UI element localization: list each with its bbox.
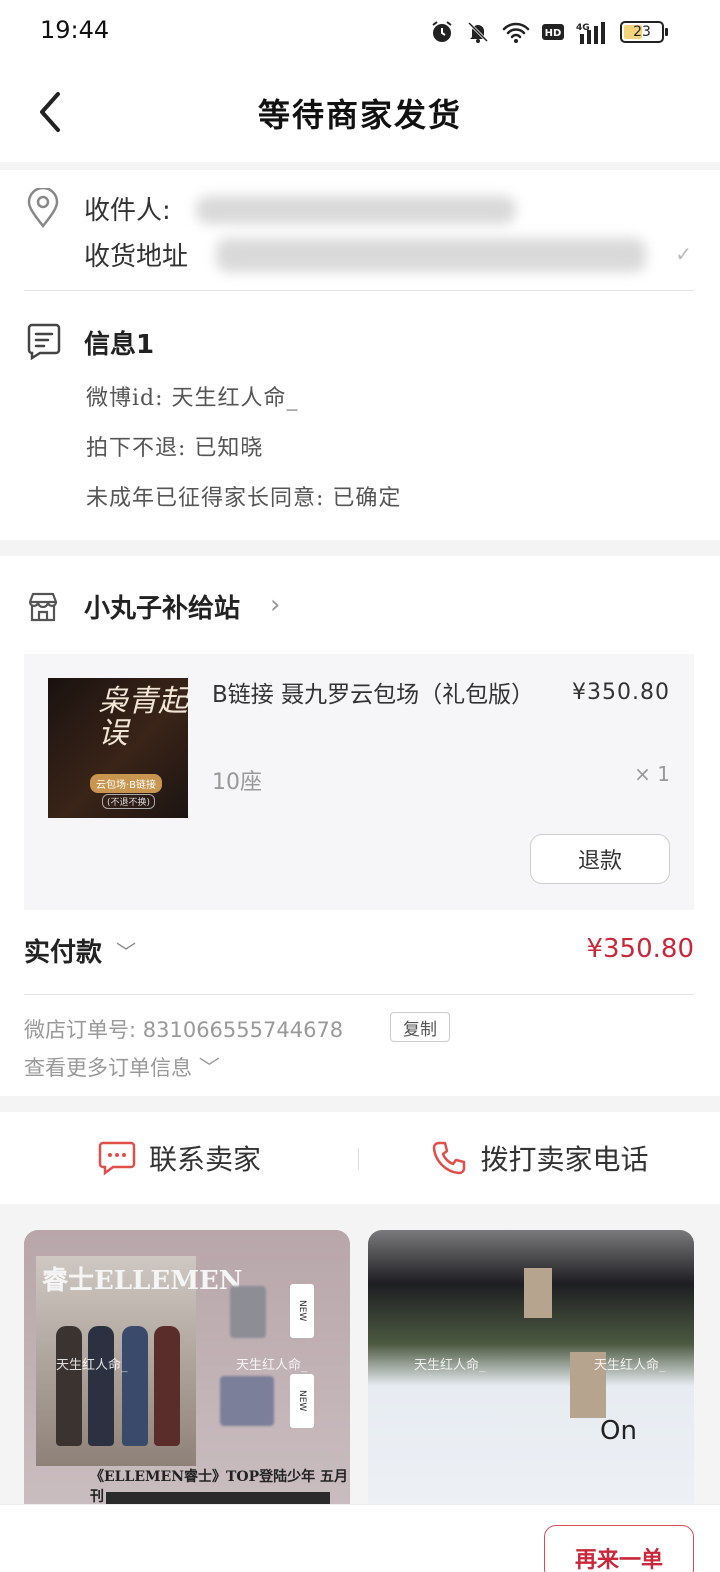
info-row: 拍下不退: 已知晓 (86, 436, 264, 461)
watermark-text: 天生红人命_ (236, 1358, 308, 1373)
hd-icon: HD (542, 24, 564, 40)
status-time: 19:44 (40, 16, 110, 44)
watermark-text: 天生红人命_ (414, 1358, 486, 1373)
store-name-link[interactable]: 小丸子补给站 (84, 588, 240, 625)
photocard-image (220, 1376, 274, 1426)
status-icons: HD 4G 23 (430, 18, 668, 46)
page-title: 等待商家发货 (257, 96, 462, 134)
magazine-title: 睿士ELLEMEN (42, 1266, 243, 1296)
alarm-icon (432, 21, 452, 42)
recommend-card[interactable]: On 天生红人命_ 天生红人命_ (368, 1230, 694, 1530)
cover-figure (88, 1326, 114, 1446)
chevron-right-icon[interactable]: › (270, 590, 280, 620)
wifi-icon (502, 22, 530, 43)
svg-text:HD: HD (545, 28, 562, 39)
contact-bar: 联系卖家 拨打卖家电话 (0, 1112, 720, 1204)
contact-seller-button[interactable]: 联系卖家 (0, 1112, 358, 1204)
cover-figure (56, 1326, 82, 1446)
cover-figure (122, 1326, 148, 1446)
location-pin-icon (27, 188, 59, 228)
chat-bubble-icon (98, 1141, 136, 1176)
product-thumbnail[interactable]: 枭青起误 云包场·B链接 (不退不换) (48, 678, 188, 818)
watermark-text: 天生红人命_ (56, 1358, 128, 1373)
order-number: 微店订单号: 831066555744678 (24, 1018, 344, 1042)
recipient-label: 收件人: (84, 196, 171, 226)
more-order-info-label: 查看更多订单信息 (24, 1056, 192, 1080)
recipient-redacted (196, 196, 516, 224)
call-seller-label: 拨打卖家电话 (480, 1143, 649, 1176)
order-card: 小丸子补给站 › 枭青起误 云包场·B链接 (不退不换) B链接 聂九罗云包场（… (0, 556, 720, 1096)
address-chevron-icon[interactable]: ✓ (675, 242, 692, 266)
status-bar: 19:44 HD 4G 23 (0, 0, 720, 64)
copy-button[interactable]: 复制 (390, 1012, 450, 1042)
message-note-icon (27, 323, 61, 360)
battery-level: 23 (633, 24, 651, 40)
recommend-card[interactable]: 睿士ELLEMEN NEW NEW 天生红人命_ 天生红人命_ 《ELLEMEN… (24, 1230, 350, 1530)
card-tag: NEW (290, 1374, 314, 1428)
cover-figure (154, 1326, 180, 1446)
store-icon (28, 592, 58, 622)
divider (24, 290, 694, 291)
info-title: 信息1 (84, 330, 155, 360)
thumbnail-title: 枭青起误 (98, 684, 188, 751)
thumbnail-note: (不退不换) (102, 794, 156, 809)
address-label: 收货地址 (84, 242, 189, 272)
phone-icon (433, 1141, 466, 1175)
paid-amount-value: ¥350.80 (586, 934, 694, 964)
thumbnail-tag: 云包场·B链接 (90, 774, 163, 793)
refund-button[interactable]: 退款 (530, 834, 670, 884)
product-price: ¥350.80 (572, 680, 670, 705)
info-row: 未成年已征得家长同意: 已确定 (86, 486, 402, 511)
more-order-info-link[interactable]: 查看更多订单信息 ﹀ (24, 1052, 220, 1082)
product-title[interactable]: B链接 聂九罗云包场（礼包版） (212, 676, 534, 714)
battery-icon: 23 (620, 21, 668, 43)
product-quantity: × 1 (634, 762, 670, 786)
bottom-action-bar: 再来一单 (0, 1504, 720, 1572)
mute-bell-icon (467, 21, 489, 43)
nav-header: 等待商家发货 (0, 64, 720, 162)
paid-amount-label[interactable]: 实付款 (24, 932, 102, 969)
address-redacted (216, 238, 646, 272)
order-item[interactable]: 枭青起误 云包场·B链接 (不退不换) B链接 聂九罗云包场（礼包版） 10座 … (24, 654, 694, 910)
info-row: 微博id: 天生红人命_ (86, 386, 299, 411)
call-seller-button[interactable]: 拨打卖家电话 (359, 1112, 720, 1204)
chevron-down-icon: ﹀ (198, 1056, 220, 1080)
order-again-button[interactable]: 再来一单 (544, 1525, 694, 1572)
contact-seller-label: 联系卖家 (148, 1143, 261, 1176)
signal-icon: 4G (576, 22, 605, 44)
watermark-text: 天生红人命_ (594, 1358, 666, 1373)
address-info-card: 收件人: 收货地址 ✓ 信息1 微博id: 天生红人命_ 拍下不退: 已知晓 未… (0, 170, 720, 540)
chevron-down-icon[interactable]: ﹀ (116, 936, 136, 965)
card-tag: NEW (290, 1284, 314, 1338)
clothing-tag (524, 1268, 552, 1318)
product-spec: 10座 (212, 770, 262, 795)
brand-logo: On (600, 1416, 637, 1446)
photocard-image (230, 1286, 266, 1338)
divider (24, 994, 694, 995)
